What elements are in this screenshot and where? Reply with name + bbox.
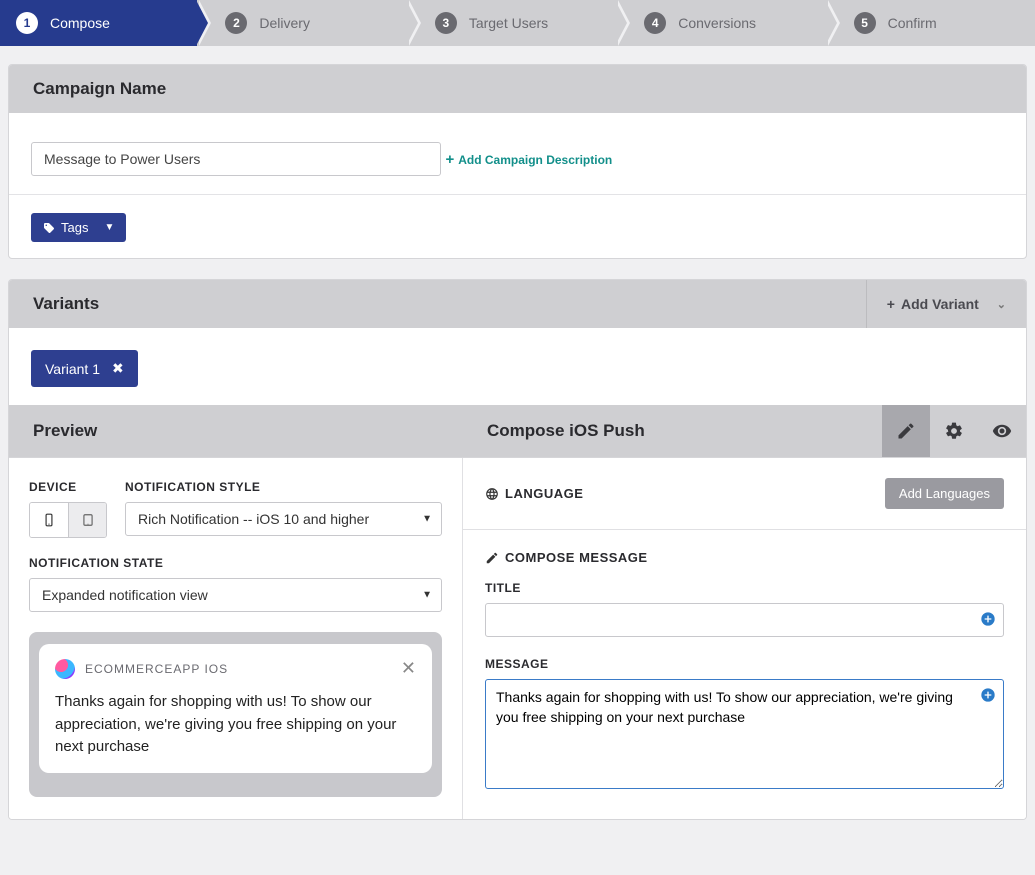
preview-panel: DEVICE NOTIFICATION STYLE	[9, 458, 463, 819]
notification-state-label: NOTIFICATION STATE	[29, 556, 442, 570]
variants-panel: Variants + Add Variant ⌄ Variant 1 ✖ Pre…	[8, 279, 1027, 820]
step-num: 2	[225, 12, 247, 34]
step-conversions[interactable]: 4 Conversions	[616, 0, 825, 46]
variant-chip[interactable]: Variant 1 ✖	[31, 350, 138, 387]
stepper: 1 Compose 2 Delivery 3 Target Users 4 Co…	[0, 0, 1035, 46]
tag-icon	[43, 222, 55, 234]
title-input[interactable]	[485, 603, 1004, 637]
plus-icon: +	[887, 296, 895, 312]
device-toggle	[29, 502, 107, 538]
device-phone-button[interactable]	[30, 503, 68, 537]
add-languages-button[interactable]: Add Languages	[885, 478, 1004, 509]
message-insert-button[interactable]	[980, 687, 996, 703]
step-delivery[interactable]: 2 Delivery	[197, 0, 406, 46]
device-tablet-button[interactable]	[68, 503, 106, 537]
notification-style-select[interactable]: Rich Notification -- iOS 10 and higher	[125, 502, 442, 536]
app-name: ECOMMERCEAPP IOS	[85, 662, 401, 676]
notification-card: ECOMMERCEAPP IOS ✕ Thanks again for shop…	[39, 644, 432, 773]
step-label: Conversions	[678, 15, 756, 31]
step-num: 1	[16, 12, 38, 34]
compose-panel: LANGUAGE Add Languages COMPOSE MESSAGE T…	[463, 458, 1026, 819]
campaign-name-header: Campaign Name	[9, 65, 1026, 113]
app-icon	[55, 659, 75, 679]
add-variant-button[interactable]: + Add Variant ⌄	[866, 280, 1026, 328]
settings-tab-icon[interactable]	[930, 405, 978, 457]
edit-tab-icon[interactable]	[882, 405, 930, 457]
step-label: Confirm	[888, 15, 937, 31]
step-num: 4	[644, 12, 666, 34]
campaign-name-panel: Campaign Name + Add Campaign Description…	[8, 64, 1027, 259]
campaign-name-input[interactable]	[31, 142, 441, 176]
add-campaign-description-link[interactable]: + Add Campaign Description	[445, 151, 612, 168]
phone-icon	[42, 511, 56, 529]
variant-chip-label: Variant 1	[45, 361, 100, 377]
message-textarea[interactable]	[485, 679, 1004, 789]
notification-style-label: NOTIFICATION STYLE	[125, 480, 442, 494]
step-num: 3	[435, 12, 457, 34]
tablet-icon	[81, 511, 95, 529]
step-label: Delivery	[259, 15, 310, 31]
device-label: DEVICE	[29, 480, 107, 494]
step-num: 5	[854, 12, 876, 34]
compose-message-header: COMPOSE MESSAGE	[485, 550, 1004, 565]
preview-tab-icon[interactable]	[978, 405, 1026, 457]
step-confirm[interactable]: 5 Confirm	[826, 0, 1035, 46]
chevron-down-icon: ⌄	[997, 298, 1006, 311]
variant-remove-icon[interactable]: ✖	[112, 360, 124, 377]
edit-icon	[485, 551, 499, 565]
step-label: Compose	[50, 15, 110, 31]
notification-state-select[interactable]: Expanded notification view	[29, 578, 442, 612]
globe-icon	[485, 487, 499, 501]
step-compose[interactable]: 1 Compose	[0, 0, 197, 46]
add-variant-label: Add Variant	[901, 296, 979, 312]
language-label: LANGUAGE	[485, 486, 583, 501]
variants-header: Variants	[9, 280, 123, 328]
preview-header: Preview	[9, 407, 463, 455]
compose-header: Compose iOS Push	[463, 407, 882, 455]
panel-title: Campaign Name	[33, 79, 166, 99]
caret-down-icon: ▼	[104, 222, 114, 233]
tags-button[interactable]: Tags ▼	[31, 213, 126, 242]
notification-close-icon[interactable]: ✕	[401, 658, 416, 679]
message-label: MESSAGE	[485, 657, 1004, 671]
title-insert-button[interactable]	[980, 611, 996, 627]
step-label: Target Users	[469, 15, 548, 31]
notification-preview: ECOMMERCEAPP IOS ✕ Thanks again for shop…	[29, 632, 442, 797]
title-label: TITLE	[485, 581, 1004, 595]
tags-label: Tags	[61, 220, 88, 235]
step-target-users[interactable]: 3 Target Users	[407, 0, 616, 46]
plus-icon: +	[445, 151, 454, 168]
add-desc-label: Add Campaign Description	[458, 153, 612, 167]
notification-body: Thanks again for shopping with us! To sh…	[55, 691, 416, 759]
compose-header-row: Preview Compose iOS Push	[9, 405, 1026, 457]
